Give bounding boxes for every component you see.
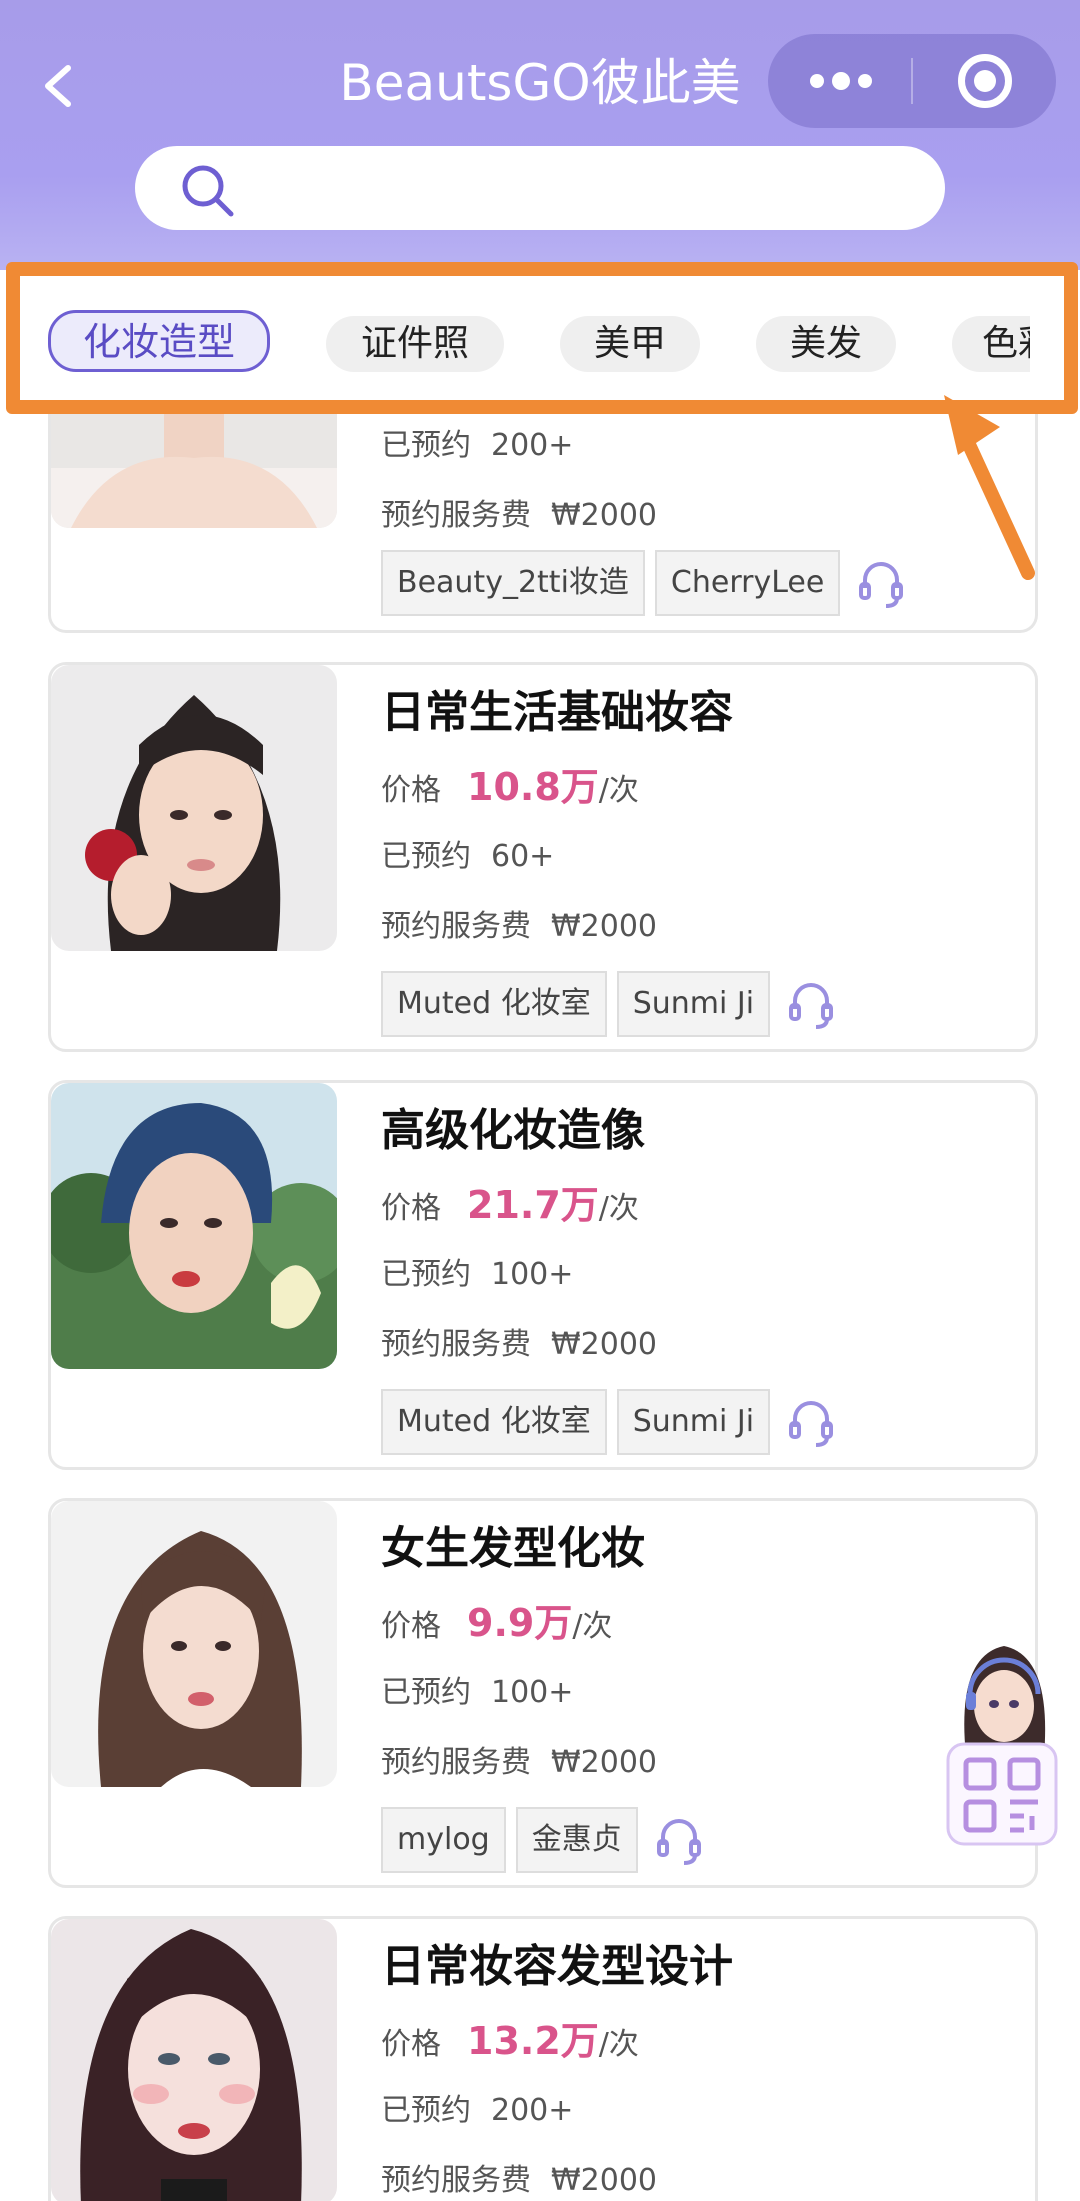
more-icon-dot xyxy=(832,72,850,90)
price-row: 价格 10.8万/次 xyxy=(381,765,639,809)
service-avatar-qr-icon xyxy=(946,1646,1058,1846)
shop-tag[interactable]: mylog xyxy=(381,1807,506,1873)
service-thumbnail xyxy=(51,1501,337,1787)
tab-id-photo[interactable]: 证件照 xyxy=(326,316,504,372)
booked-count: 100+ xyxy=(491,1257,574,1292)
shop-tag[interactable]: Muted 化妆室 xyxy=(381,971,607,1037)
price-value: 21.7万 xyxy=(467,1183,599,1227)
service-card[interactable]: 日常妆容发型设计 价格 13.2万/次 已预约 200+ 预约服务费 ₩2000 xyxy=(48,1916,1038,2201)
mini-program-capsule xyxy=(768,34,1056,128)
service-name: 女生发型化妆 xyxy=(381,1523,645,1574)
service-card[interactable]: 女生发型化妆 价格 9.9万/次 已预约 100+ 预约服务费 ₩2000 mylog… xyxy=(48,1498,1038,1888)
booked-count: 200+ xyxy=(491,2093,574,2128)
shop-tag[interactable]: Muted 化妆室 xyxy=(381,1389,607,1455)
fee-row: 预约服务费 ₩2000 xyxy=(381,498,658,533)
tags: Beauty_2tti妆造 CherryLee xyxy=(381,550,906,616)
tags: Muted 化妆室 Sunmi Ji xyxy=(381,971,836,1037)
fee-row: 预约服务费 ₩2000 xyxy=(381,2163,658,2198)
fee-row: 预约服务费 ₩2000 xyxy=(381,1327,658,1362)
search-icon xyxy=(182,165,234,217)
fee-row: 预约服务费 ₩2000 xyxy=(381,1745,658,1780)
service-name: 高级化妆造像 xyxy=(381,1105,645,1156)
artist-tag[interactable]: Sunmi Ji xyxy=(616,971,771,1037)
header: BeautsGO彼此美 xyxy=(0,0,1080,270)
price-row: 价格 21.7万/次 xyxy=(381,1183,639,1227)
service-name: 日常妆容发型设计 xyxy=(381,1941,733,1992)
service-thumbnail xyxy=(51,1919,337,2201)
customer-service-icon[interactable] xyxy=(856,550,906,616)
fee-value: ₩2000 xyxy=(551,498,658,533)
price-row: 价格 13.2万/次 xyxy=(381,2019,639,2063)
tab-hair[interactable]: 美发 xyxy=(756,316,896,372)
customer-service-icon[interactable] xyxy=(786,1389,836,1455)
service-name: 日常生活基础妆容 xyxy=(381,687,733,738)
booked-row: 已预约 200+ xyxy=(381,2093,574,2128)
fee-value: ₩2000 xyxy=(551,909,658,944)
search-input[interactable] xyxy=(255,158,915,218)
service-thumbnail xyxy=(51,665,337,951)
booked-row: 已预约 100+ xyxy=(381,1257,574,1292)
back-button[interactable] xyxy=(30,50,90,120)
price-value: 9.9万 xyxy=(467,1601,573,1645)
booked-row: 已预约 200+ xyxy=(381,428,574,463)
page-title: BeautsGO彼此美 xyxy=(339,54,741,112)
price-value: 10.8万 xyxy=(467,765,599,809)
fee-value: ₩2000 xyxy=(551,1745,658,1780)
floating-service-button[interactable] xyxy=(944,1636,1060,1846)
fee-value: ₩2000 xyxy=(551,2163,658,2198)
search-bar[interactable] xyxy=(135,146,945,230)
tags: mylog 金惠贞 xyxy=(381,1807,704,1873)
category-tabs: 化妆造型 证件照 美甲 美发 色彩 xyxy=(40,302,1030,378)
target-icon-center xyxy=(974,70,996,92)
shop-tag[interactable]: Beauty_2tti妆造 xyxy=(381,550,645,616)
price-row: 价格 9.9万/次 xyxy=(381,1601,613,1645)
back-icon xyxy=(45,65,71,107)
fee-value: ₩2000 xyxy=(551,1327,658,1362)
service-card[interactable]: 日常生活基础妆容 价格 10.8万/次 已预约 60+ 预约服务费 ₩2000 Mut… xyxy=(48,662,1038,1052)
customer-service-icon[interactable] xyxy=(786,971,836,1037)
customer-service-icon[interactable] xyxy=(654,1807,704,1873)
fee-row: 预约服务费 ₩2000 xyxy=(381,909,658,944)
artist-tag[interactable]: 金惠贞 xyxy=(515,1807,638,1873)
tab-color[interactable]: 色彩 xyxy=(952,316,1030,372)
artist-tag[interactable]: CherryLee xyxy=(654,550,841,616)
booked-count: 200+ xyxy=(491,428,574,463)
service-thumbnail xyxy=(51,1083,337,1369)
tab-makeup-styling[interactable]: 化妆造型 xyxy=(48,310,270,372)
tags: Muted 化妆室 Sunmi Ji xyxy=(381,1389,836,1455)
artist-tag[interactable]: Sunmi Ji xyxy=(616,1389,771,1455)
booked-row: 已预约 60+ xyxy=(381,839,555,874)
more-icon-dot xyxy=(858,74,872,88)
more-icon xyxy=(810,74,824,88)
more-button[interactable] xyxy=(768,34,910,128)
price-value: 13.2万 xyxy=(467,2019,599,2063)
tab-nail[interactable]: 美甲 xyxy=(560,316,700,372)
booked-count: 100+ xyxy=(491,1675,574,1710)
booked-count: 60+ xyxy=(491,839,555,874)
close-mini-program-button[interactable] xyxy=(913,34,1056,128)
service-card[interactable]: 高级化妆造像 价格 21.7万/次 已预约 100+ 预约服务费 ₩2000 Mute… xyxy=(48,1080,1038,1470)
booked-row: 已预约 100+ xyxy=(381,1675,574,1710)
